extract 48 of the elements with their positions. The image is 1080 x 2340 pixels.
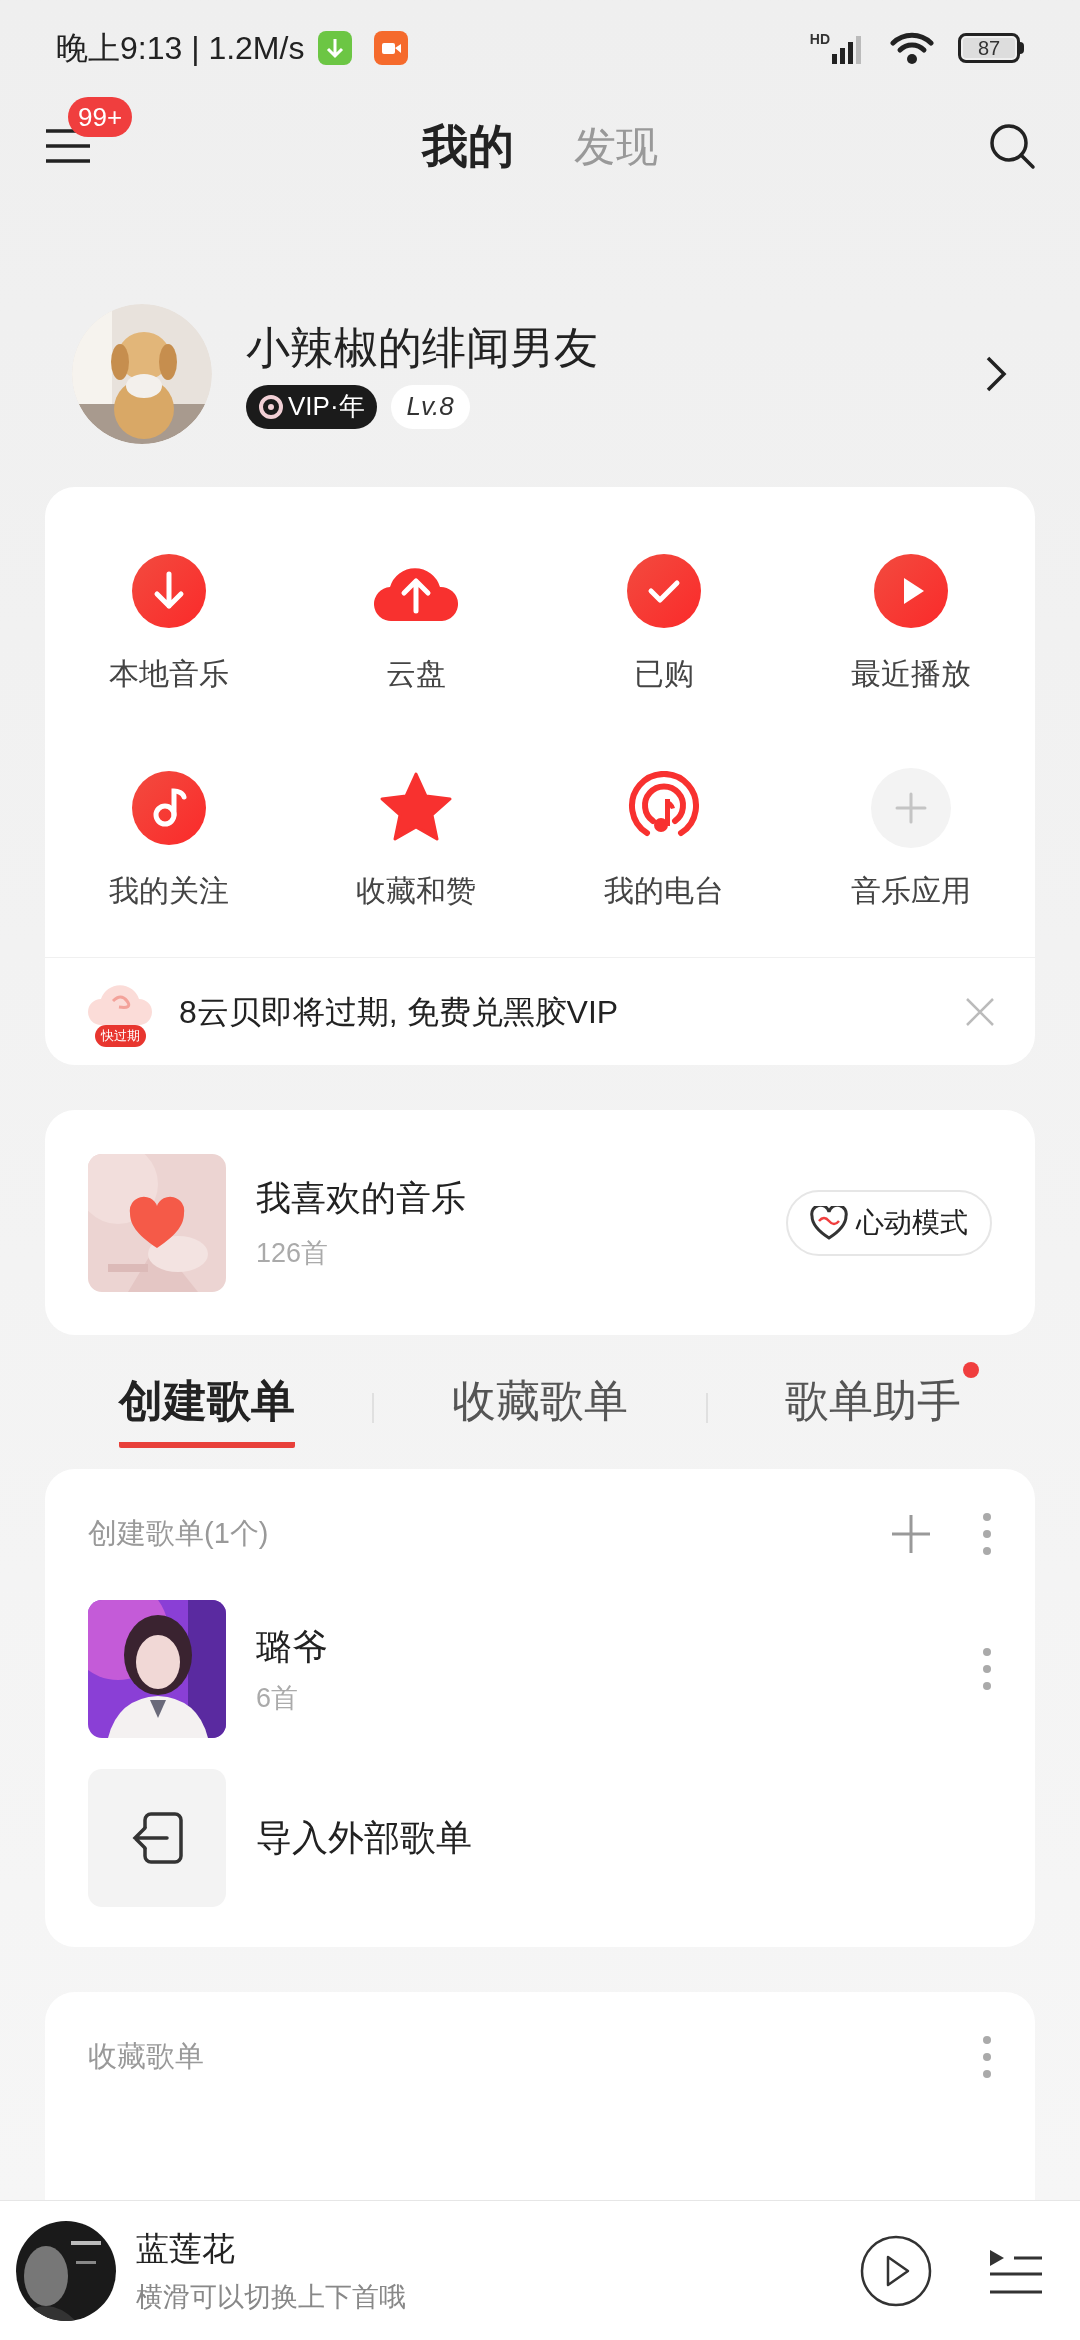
playlist-name: 璐爷 xyxy=(256,1624,329,1669)
check-icon xyxy=(626,554,701,628)
section-header: 收藏歌单 xyxy=(88,2039,205,2075)
heart-wave-icon xyxy=(810,1205,848,1240)
import-playlist-button[interactable]: 导入外部歌单 xyxy=(256,1811,472,1865)
playlist-tab[interactable]: 收藏歌单 xyxy=(452,1368,628,1448)
notice-text: 8云贝即将过期, 免费兑黑胶VIP xyxy=(179,992,620,1032)
user-name: 小辣椒的绯闻男友 xyxy=(246,321,599,374)
camera-icon xyxy=(374,31,409,65)
download-icon xyxy=(131,554,206,628)
heart-icon xyxy=(128,1195,186,1250)
shortcut-item[interactable]: 云盘 xyxy=(292,549,540,696)
shortcut-item[interactable]: 我的关注 xyxy=(45,766,293,913)
menu-icon[interactable] xyxy=(44,127,92,165)
notification-badge: 99+ xyxy=(68,97,133,137)
add-icon[interactable] xyxy=(890,1513,932,1555)
shortcut-item[interactable]: 最近播放 xyxy=(787,549,1035,696)
status-time: 晚上9:13 | 1.2M/s xyxy=(56,29,305,68)
shortcut-item[interactable]: 收藏和赞 xyxy=(292,766,540,913)
shortcut-item[interactable]: 音乐应用 xyxy=(787,766,1035,913)
expiring-badge: 快过期 xyxy=(94,1024,146,1047)
shortcut-item[interactable]: 我的电台 xyxy=(540,766,788,913)
playlist-tab[interactable]: 歌单助手 xyxy=(785,1368,962,1448)
search-icon[interactable] xyxy=(988,122,1036,170)
playlist-title: 我喜欢的音乐 xyxy=(256,1177,467,1219)
heartbeat-mode-button[interactable]: 心动模式 xyxy=(786,1189,992,1256)
network-label: HD xyxy=(809,32,830,46)
song-title: 蓝莲花 xyxy=(136,2228,236,2269)
play-icon xyxy=(874,554,949,628)
section-header: 创建歌单(1个) xyxy=(88,1516,270,1552)
top-tab[interactable]: 我的 xyxy=(422,111,514,181)
level-badge: Lv.8 xyxy=(390,384,470,429)
playlist-icon[interactable] xyxy=(988,2247,1044,2294)
play-icon[interactable] xyxy=(860,2234,932,2307)
playlist-tab[interactable]: 创建歌单 xyxy=(118,1368,295,1448)
battery-level: 87 xyxy=(963,38,1015,58)
vip-label: VIP·年 xyxy=(288,390,365,423)
note-icon xyxy=(131,771,206,845)
download-icon xyxy=(318,31,353,65)
song-count: 126首 xyxy=(256,1236,330,1270)
song-count: 6首 xyxy=(256,1681,300,1715)
shortcut-item[interactable]: 本地音乐 xyxy=(45,549,293,696)
vip-logo-icon xyxy=(258,393,284,420)
shortcut-item[interactable]: 已购 xyxy=(540,549,788,696)
wifi-icon xyxy=(890,31,934,65)
player-hint: 横滑可以切换上下首哦 xyxy=(136,2281,407,2314)
chevron-right-icon[interactable] xyxy=(984,354,1008,394)
add-icon xyxy=(871,768,952,848)
